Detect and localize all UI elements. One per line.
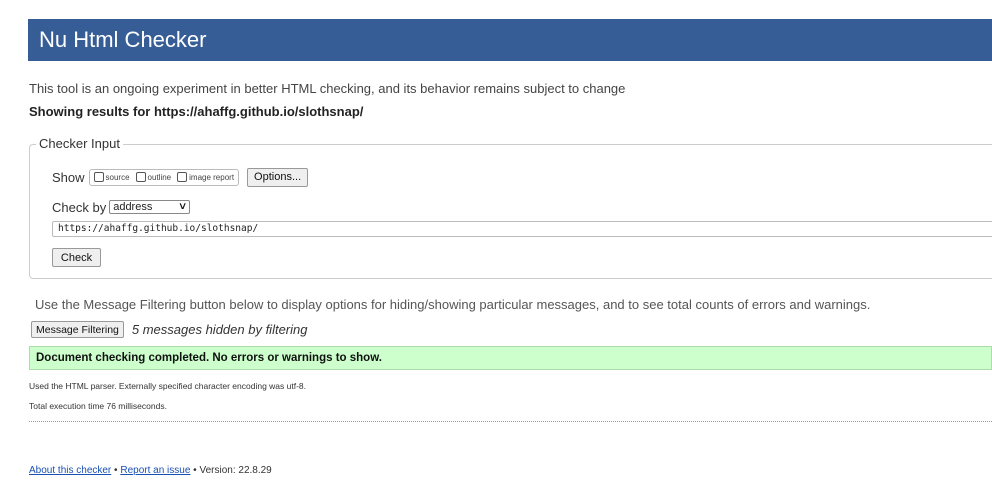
parser-info: Used the HTML parser. Externally specifi… (29, 381, 307, 391)
image-report-checkbox[interactable] (177, 172, 188, 182)
source-option[interactable]: source (93, 172, 130, 182)
check-by-value: address (113, 201, 153, 213)
check-by-label: Check by (52, 199, 107, 215)
execution-time: Total execution time 76 milliseconds. (29, 401, 167, 411)
checker-input-legend: Checker Input (36, 136, 123, 152)
source-checkbox[interactable] (93, 172, 104, 182)
check-by-select[interactable]: address ∨ (109, 200, 191, 214)
outline-option[interactable]: outline (135, 172, 172, 182)
chevron-down-icon: ∨ (177, 201, 188, 212)
outline-checkbox[interactable] (135, 172, 146, 182)
check-button[interactable]: Check (52, 248, 101, 267)
report-issue-link[interactable]: Report an issue (120, 465, 190, 476)
outline-label: outline (147, 172, 172, 182)
checker-input-fieldset: Checker Input Show source outline image … (29, 136, 992, 279)
success-message: Document checking completed. No errors o… (29, 346, 992, 370)
options-button[interactable]: Options... (247, 167, 309, 187)
about-link[interactable]: About this checker (29, 465, 111, 476)
intro-text: This tool is an ongoing experiment in be… (29, 81, 626, 96)
page-header: Nu Html Checker (28, 19, 992, 61)
version-text: Version: 22.8.29 (199, 465, 272, 476)
footer-separator: • (193, 465, 197, 476)
source-label: source (105, 172, 130, 182)
image-report-option[interactable]: image report (177, 172, 234, 182)
show-label: Show (52, 169, 85, 185)
showing-results-text: Showing results for https://ahaffg.githu… (29, 104, 364, 119)
show-options-row: Show source outline image report Options… (52, 167, 309, 187)
image-report-label: image report (189, 172, 235, 182)
filter-note: Use the Message Filtering button below t… (35, 297, 871, 312)
address-input[interactable]: https://ahaffg.github.io/slothsnap/ (52, 221, 992, 237)
footer: About this checker • Report an issue • V… (29, 465, 272, 476)
filter-row: Message Filtering 5 messages hidden by f… (31, 320, 307, 339)
message-filtering-button[interactable]: Message Filtering (31, 321, 124, 338)
page-title: Nu Html Checker (39, 27, 207, 52)
hidden-messages-text: 5 messages hidden by filtering (131, 322, 308, 337)
check-by-row: Check by address ∨ (52, 199, 191, 215)
footer-separator: • (114, 465, 118, 476)
show-checkbox-group: source outline image report (88, 168, 240, 186)
divider (29, 421, 992, 422)
